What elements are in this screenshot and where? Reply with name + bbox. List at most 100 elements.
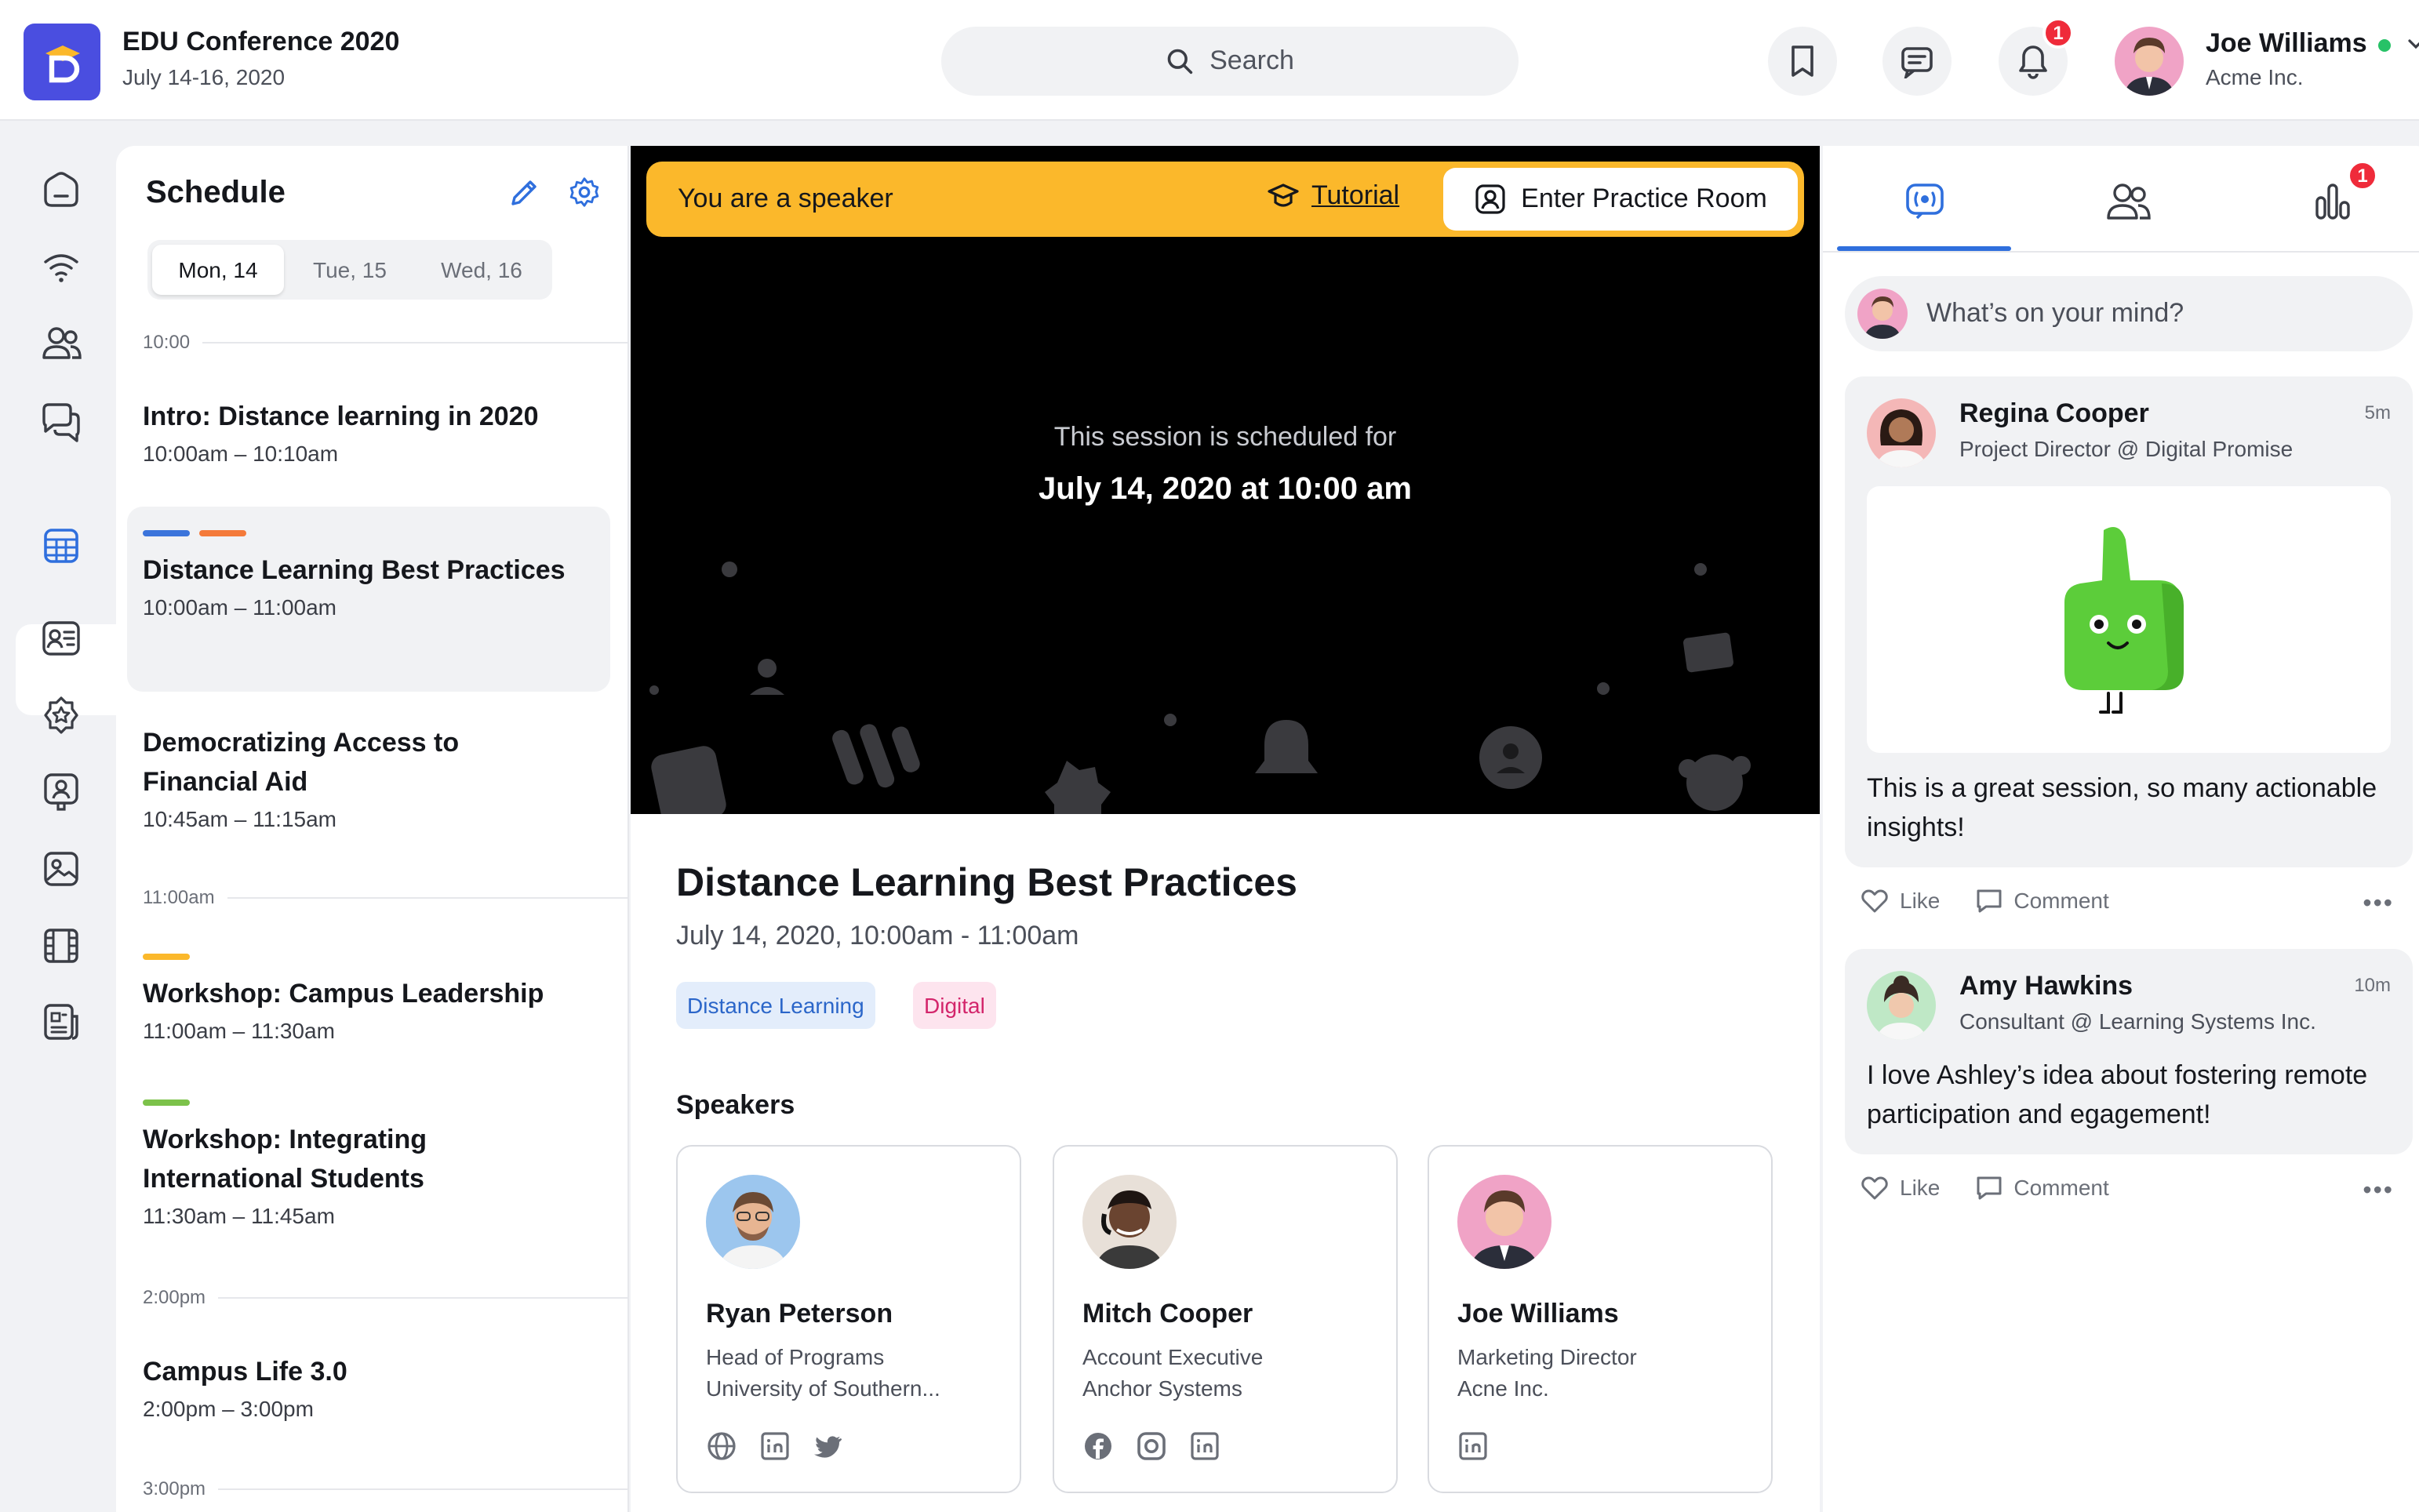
twitter-icon[interactable] (813, 1430, 844, 1462)
bar-chart-icon (2315, 184, 2350, 220)
id-card-icon (42, 621, 80, 656)
tab-live-chat[interactable] (1839, 174, 2011, 227)
avatar[interactable] (2115, 27, 2184, 96)
tab-polls[interactable] (2246, 174, 2419, 227)
enter-practice-room-button[interactable]: Enter Practice Room (1443, 168, 1798, 231)
search-input[interactable]: Search (941, 27, 1519, 96)
comment-label: Comment (2013, 1175, 2109, 1200)
session-title: Workshop: Integrating International Stud… (143, 1125, 427, 1194)
chevron-down-icon[interactable] (2406, 35, 2419, 53)
avatar[interactable] (1867, 971, 1936, 1040)
post-composer[interactable]: What’s on your mind? (1845, 276, 2413, 351)
chat-icon (1901, 47, 1933, 78)
session-time: 11:30am – 11:45am (143, 1203, 335, 1228)
speaker-card[interactable]: Mitch Cooper Account Executive Anchor Sy… (1053, 1145, 1398, 1493)
tab-mon-14[interactable]: Mon, 14 (152, 245, 284, 295)
home-icon (44, 172, 78, 207)
nav-home[interactable] (35, 163, 88, 216)
composer-placeholder: What’s on your mind? (1926, 298, 2184, 328)
gear-icon[interactable] (568, 176, 601, 209)
tab-wed-16[interactable]: Wed, 16 (416, 245, 547, 295)
thumbs-up-icon (2064, 527, 2184, 714)
track-colors (143, 1099, 595, 1106)
session-title: Workshop: Campus Leadership (143, 979, 544, 1009)
time-divider: 2:00pm (143, 1286, 627, 1308)
post-author[interactable]: Amy Hawkins (1959, 971, 2133, 1002)
session-item[interactable]: Workshop: Campus Leadership 11:00am – 11… (127, 954, 610, 1043)
panel-title: Schedule (146, 176, 286, 210)
post-author-role: Project Director @ Digital Promise (1959, 436, 2294, 461)
tutorial-link[interactable]: Tutorial (1268, 180, 1399, 212)
speaker-socials (1457, 1430, 1489, 1462)
instagram-icon[interactable] (1136, 1430, 1167, 1462)
nav-news[interactable] (35, 996, 88, 1049)
online-status-dot (2378, 39, 2391, 52)
session-item[interactable]: Campus Life 3.0 2:00pm – 3:00pm (127, 1352, 610, 1421)
tutorial-label: Tutorial (1311, 180, 1400, 210)
comment-button[interactable]: Comment (1974, 888, 2109, 913)
tab-attendees[interactable] (2043, 174, 2215, 227)
post-author[interactable]: Regina Cooper (1959, 398, 2149, 430)
feed-post: Amy Hawkins Consultant @ Learning System… (1845, 949, 2413, 1154)
bookmark-button[interactable] (1768, 27, 1837, 96)
avatar[interactable] (1867, 398, 1936, 467)
comment-icon (1976, 1176, 2001, 1200)
session-title: Democratizing Access to Financial Aid (143, 728, 460, 797)
post-text: This is a great session, so many actiona… (1867, 773, 2377, 842)
edit-icon[interactable] (508, 177, 540, 209)
bell-icon (2019, 45, 2047, 79)
facebook-icon[interactable] (1082, 1430, 1114, 1462)
nav-videos[interactable] (35, 919, 88, 972)
session-item[interactable]: Intro: Distance learning in 2020 10:00am… (127, 397, 610, 466)
post-actions: Like Comment ••• (1861, 881, 2413, 919)
post-actions: Like Comment ••• (1861, 1169, 2413, 1206)
linkedin-icon[interactable] (1189, 1430, 1220, 1462)
nav-live[interactable] (35, 240, 88, 293)
tag-distance-learning[interactable]: Distance Learning (676, 982, 875, 1029)
speakers-heading: Speakers (676, 1090, 795, 1120)
more-options-icon[interactable]: ••• (2363, 1178, 2394, 1206)
thumbs-up-sticker (1867, 486, 2391, 753)
tab-tue-15[interactable]: Tue, 15 (284, 245, 416, 295)
image-icon (44, 852, 78, 886)
globe-icon[interactable] (706, 1430, 737, 1462)
nav-schedule[interactable] (35, 519, 88, 572)
person-pin-icon (44, 773, 78, 811)
nav-sponsors[interactable] (35, 689, 88, 742)
app-logo[interactable] (24, 24, 100, 100)
speaker-role: Marketing Director (1457, 1344, 1637, 1369)
notifications-badge: 1 (2043, 17, 2074, 49)
speaker-card[interactable]: Joe Williams Marketing Director Acne Inc… (1428, 1145, 1773, 1493)
tag-digital[interactable]: Digital (913, 982, 996, 1029)
nav-people[interactable] (35, 317, 88, 370)
bookmark-icon (1792, 45, 1813, 77)
nav-gallery[interactable] (35, 842, 88, 896)
session-time: 11:00am – 11:30am (143, 1018, 335, 1043)
session-item-selected[interactable]: Distance Learning Best Practices 10:00am… (127, 507, 610, 692)
session-item[interactable]: Workshop: Integrating International Stud… (127, 1099, 610, 1228)
time-divider: 11:00am (143, 886, 627, 908)
speaker-card[interactable]: Ryan Peterson Head of Programs Universit… (676, 1145, 1021, 1493)
social-panel: 1 What’s on your mind? Regina Cooper Pro… (1823, 146, 2419, 1512)
more-options-icon[interactable]: ••• (2363, 891, 2394, 919)
people-icon (42, 327, 82, 359)
like-button[interactable]: Like (1861, 1175, 1940, 1200)
session-item[interactable]: Democratizing Access to Financial Aid 10… (127, 723, 610, 831)
nav-speakers[interactable] (35, 612, 88, 665)
comment-button[interactable]: Comment (1974, 1175, 2109, 1200)
linkedin-icon[interactable] (759, 1430, 791, 1462)
linkedin-icon[interactable] (1457, 1430, 1489, 1462)
nav-chat[interactable] (35, 395, 88, 449)
time-divider: 10:00 (143, 331, 627, 353)
messages-button[interactable] (1882, 27, 1952, 96)
nav-booths[interactable] (35, 765, 88, 819)
like-button[interactable]: Like (1861, 888, 1940, 913)
graduation-cap-icon (1268, 184, 1299, 207)
speaker-role: Account Executive (1082, 1344, 1264, 1369)
video-stage[interactable]: You are a speaker Tutorial Enter Practic… (631, 146, 1820, 814)
top-bar: EDU Conference 2020 July 14-16, 2020 Sea… (0, 0, 2419, 121)
scheduled-date: July 14, 2020 at 10:00 am (1039, 472, 1412, 507)
speaker-label: You are a speaker (678, 184, 893, 213)
wifi-icon (44, 254, 78, 282)
active-tab-underline (1837, 246, 2011, 251)
